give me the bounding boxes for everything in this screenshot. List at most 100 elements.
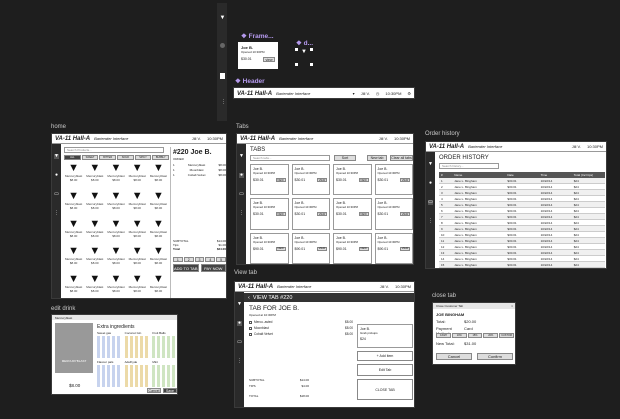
cancel-button[interactable]: Cancel: [436, 353, 472, 360]
order-line[interactable]: 1 Moonblast $8.00: [173, 168, 226, 172]
edit-tab-button[interactable]: Edit Tab: [357, 364, 413, 376]
drink-tile[interactable]: ▼ Mercuryblast $8.00: [106, 190, 125, 217]
save-button[interactable]: Save: [163, 388, 177, 393]
tab-card[interactable]: Joe B. Opened 10:30PM $90.01 VIEW: [333, 232, 372, 264]
drink-tile[interactable]: ▼ Mercuryblast $8.00: [85, 274, 104, 298]
drink-tile[interactable]: ▼ Mercuryblast $8.00: [106, 274, 125, 298]
order-line[interactable]: 1 Cobalt Velvet $8.00: [173, 173, 226, 177]
view-button[interactable]: VIEW: [317, 246, 327, 251]
tab-card[interactable]: Joe B. Opened 10:30PM $90.01 VIEW: [374, 232, 413, 264]
quick-button[interactable]: 1: [173, 257, 183, 262]
view-button[interactable]: VIEW: [275, 246, 286, 251]
add-item-button[interactable]: + Add item: [357, 351, 413, 361]
filter-chip[interactable]: BITTER: [99, 155, 117, 160]
quick-button[interactable]: 3: [194, 257, 205, 262]
drink-tile[interactable]: ▼ Mercuryblast $8.00: [64, 274, 83, 298]
view-button[interactable]: view: [263, 57, 275, 62]
tab-card[interactable]: Joe B. Opened 10:30PM $90.01 VIEW: [291, 232, 330, 264]
drink-tile[interactable]: ▼ Mercuryblast $8.00: [128, 163, 147, 189]
tab-card[interactable]: Joe B. Opened 10:30PM $30.01 VIEW: [250, 198, 289, 230]
document-icon[interactable]: ▭: [54, 192, 59, 197]
filter-chip[interactable]: ALL: [64, 155, 81, 160]
tab-card[interactable]: Joe B. Opened 10:30PM $30.01 VIEW: [291, 198, 330, 230]
cocktail-icon[interactable]: ▼: [239, 154, 244, 159]
tab-card[interactable]: Joe B. Opened 10:30PM $30.01 VIEW: [250, 164, 289, 196]
view-button[interactable]: VIEW: [400, 212, 410, 217]
quick-button[interactable]: 5: [216, 257, 226, 262]
checkbox[interactable]: [249, 320, 252, 324]
add-to-tab-button[interactable]: ADD TO TAB: [173, 264, 199, 272]
view-button[interactable]: VIEW: [358, 246, 369, 251]
tip-option[interactable]: 10%: [451, 333, 467, 338]
tip-option[interactable]: CASH: [436, 333, 451, 338]
view-button[interactable]: VIEW: [358, 178, 369, 182]
view-button[interactable]: VIEW: [275, 212, 286, 217]
drink-tile[interactable]: ▼ Mercuryblast $8.00: [64, 246, 83, 272]
ingredient-options[interactable]: [124, 336, 150, 358]
checkbox[interactable]: [249, 326, 252, 330]
drink-tile[interactable]: ▼ Mercuryblast $8.00: [64, 190, 83, 217]
tab-item-row[interactable]: Mercu..asted $8.00: [249, 320, 353, 324]
tip-option[interactable]: CUSTOM: [499, 333, 514, 338]
drink-tile[interactable]: ▼ Mercuryblast $8.00: [149, 190, 168, 217]
drink-tile[interactable]: ▼ Mercuryblast $8.00: [106, 246, 125, 272]
drink-tile[interactable]: ▼ Mercuryblast $8.00: [106, 163, 125, 189]
drink-tile[interactable]: ▼ Mercuryblast $8.00: [128, 218, 147, 245]
ingredient-options[interactable]: [124, 365, 150, 387]
tab-card[interactable]: Joe B. Opened 10:30PM $30.01 VIEW: [374, 198, 413, 230]
document-icon[interactable]: ▭: [237, 340, 242, 345]
view-button[interactable]: VIEW: [317, 212, 327, 217]
drink-tile[interactable]: ▼ Mercuryblast $8.00: [128, 190, 147, 217]
cocktail-icon[interactable]: ▼: [54, 154, 59, 159]
bottle-icon[interactable]: ●: [239, 173, 244, 178]
ingredient-options[interactable]: [97, 336, 122, 358]
tab-card[interactable]: Joe B. Opened 10:30PM $30.01 VIEW: [333, 164, 372, 196]
more-icon[interactable]: ⋮: [428, 219, 433, 224]
filter-chip[interactable]: SOUR: [117, 155, 134, 160]
drink-tile[interactable]: ▼ Mercuryblast $8.00: [85, 218, 104, 245]
cocktail-icon[interactable]: ▼: [428, 162, 433, 167]
tab-item-row[interactable]: Moonblast $8.00: [249, 326, 353, 330]
drink-tile[interactable]: ▼ Mercuryblast $8.00: [149, 274, 168, 298]
drink-tile[interactable]: ▼ Mercuryblast $8.00: [128, 274, 147, 298]
view-button[interactable]: VIEW: [317, 178, 327, 182]
table-row[interactable]: 15 Jane L. Bingham $30.01 10/22/14 $24: [439, 262, 605, 268]
drink-tile[interactable]: ▼ Mercuryblast $8.00: [85, 190, 104, 217]
document-icon[interactable]: ▭: [239, 192, 244, 197]
back-header[interactable]: ‹ VIEW TAB #220: [244, 293, 414, 302]
tab-item-row[interactable]: Cobalt Velvet $8.00: [249, 332, 353, 336]
drink-tile[interactable]: ▼ Mercuryblast $8.00: [128, 246, 147, 272]
quick-button[interactable]: 4: [205, 257, 216, 262]
bottle-icon[interactable]: ●: [54, 173, 59, 178]
order-line[interactable]: 1 Mercuryblast $8.00: [173, 163, 226, 167]
tab-card[interactable]: Joe B. Opened 10:30PM $30.01 VIEW: [374, 164, 413, 196]
drink-tile[interactable]: ▼ Mercuryblast $8.00: [85, 163, 104, 189]
tab-card[interactable]: Joe B. Opened 10:30PM $90.01 VIEW: [250, 232, 289, 264]
more-icon[interactable]: ⋮: [239, 211, 244, 216]
drink-tile[interactable]: ▼ Mercuryblast $8.00: [64, 163, 83, 189]
quick-button[interactable]: 2: [183, 257, 194, 262]
tip-option[interactable]: 15%: [467, 333, 483, 338]
view-button[interactable]: VIEW: [400, 178, 410, 182]
search-input[interactable]: Search tabs...: [250, 155, 330, 161]
pay-now-button[interactable]: PAY NOW: [200, 264, 226, 272]
more-icon[interactable]: ⋮: [54, 211, 59, 216]
tab-card[interactable]: Joe B. Opened 10:30PM $30.01 VIEW: [291, 164, 330, 196]
document-icon[interactable]: ▭: [428, 200, 433, 205]
tip-option[interactable]: 20%: [483, 333, 499, 338]
new-tab-button[interactable]: New tab: [367, 155, 387, 161]
drink-tile[interactable]: ▼ Mercuryblast $8.00: [64, 218, 83, 245]
more-icon[interactable]: ⋮: [237, 359, 242, 364]
view-button[interactable]: VIEW: [358, 212, 369, 217]
checkbox[interactable]: [249, 332, 252, 336]
tab-card[interactable]: Joe B. Opened 10:30PM $30.01 VIEW: [333, 198, 372, 230]
ingredient-options[interactable]: [97, 365, 122, 387]
ingredient-options[interactable]: [152, 336, 177, 358]
cocktail-icon[interactable]: ▼: [237, 302, 242, 307]
filter-chip[interactable]: SWEET: [81, 155, 99, 160]
bottle-icon[interactable]: ●: [237, 321, 242, 326]
filter-chip[interactable]: BUBBLY: [152, 155, 170, 160]
close-icon[interactable]: ×: [511, 304, 513, 308]
drink-tile[interactable]: ▼ Mercuryblast $8.00: [85, 246, 104, 272]
drink-tile[interactable]: ▼ Mercuryblast $8.00: [149, 163, 168, 189]
